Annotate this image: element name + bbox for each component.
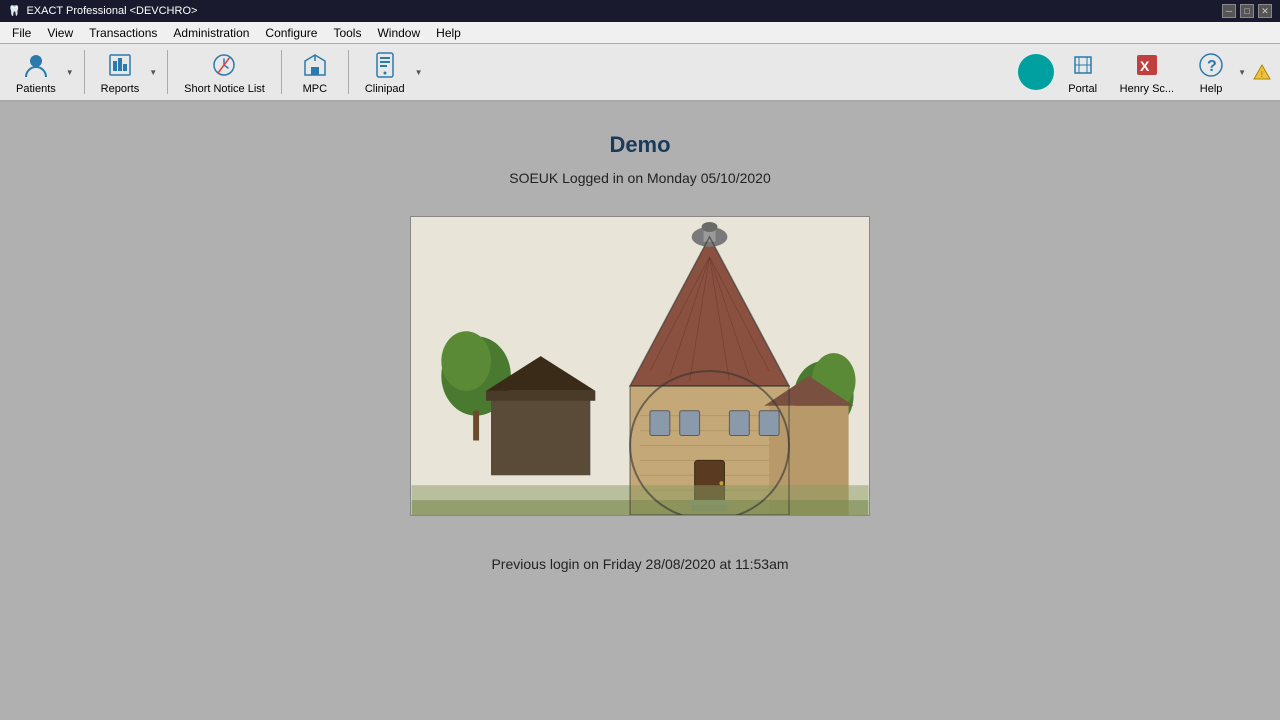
menu-bar: File View Transactions Administration Co… xyxy=(0,22,1280,44)
clinipad-icon xyxy=(369,49,401,81)
svg-text:X: X xyxy=(1140,58,1150,74)
portal-label-button[interactable]: Portal xyxy=(1058,45,1108,99)
mpc-button[interactable]: MPC xyxy=(290,45,340,99)
menu-window[interactable]: Window xyxy=(369,24,428,42)
patients-button[interactable]: Patients xyxy=(8,45,64,99)
admin-label: Henry Sc... xyxy=(1120,83,1174,95)
clinipad-group: Clinipad ▼ xyxy=(357,45,425,99)
main-content: Demo SOEUK Logged in on Monday 05/10/202… xyxy=(0,102,1280,720)
maximize-button[interactable]: □ xyxy=(1240,4,1254,18)
menu-file[interactable]: File xyxy=(4,24,39,42)
app-title: EXACT Professional <DEVCHRO> xyxy=(26,5,197,17)
portal-button[interactable] xyxy=(1018,54,1054,90)
toolbar-right: Portal X Henry Sc... ? Help xyxy=(1018,45,1272,99)
menu-transactions[interactable]: Transactions xyxy=(81,24,165,42)
login-info: SOEUK Logged in on Monday 05/10/2020 xyxy=(509,170,771,186)
separator-3 xyxy=(281,50,282,94)
mpc-icon xyxy=(299,49,331,81)
separator-4 xyxy=(348,50,349,94)
svg-text:!: ! xyxy=(1261,70,1264,79)
building-image xyxy=(410,216,870,516)
close-button[interactable]: ✕ xyxy=(1258,4,1272,18)
title-bar: 🦷 EXACT Professional <DEVCHRO> ─ □ ✕ xyxy=(0,0,1280,22)
patients-dropdown-arrow[interactable]: ▼ xyxy=(64,68,76,77)
portal-label: Portal xyxy=(1068,83,1097,95)
menu-help[interactable]: Help xyxy=(428,24,469,42)
admin-button[interactable]: X Henry Sc... xyxy=(1112,45,1182,99)
menu-configure[interactable]: Configure xyxy=(257,24,325,42)
demo-title: Demo xyxy=(609,132,670,158)
patients-icon xyxy=(20,49,52,81)
title-bar-left: 🦷 EXACT Professional <DEVCHRO> xyxy=(8,5,197,17)
patients-group: Patients ▼ xyxy=(8,45,76,99)
help-label: Help xyxy=(1200,83,1223,95)
clinipad-button[interactable]: Clinipad xyxy=(357,45,413,99)
help-group: ? Help ▼ xyxy=(1186,45,1248,99)
menu-view[interactable]: View xyxy=(39,24,81,42)
menu-tools[interactable]: Tools xyxy=(325,24,369,42)
help-icon: ? xyxy=(1195,49,1227,81)
svg-text:?: ? xyxy=(1207,58,1217,75)
minimize-button[interactable]: ─ xyxy=(1222,4,1236,18)
help-dropdown-arrow[interactable]: ▼ xyxy=(1236,68,1248,77)
toolbar: Patients ▼ Reports ▼ xyxy=(0,44,1280,102)
reports-group: Reports ▼ xyxy=(93,45,159,99)
reports-button[interactable]: Reports xyxy=(93,45,148,99)
prev-login: Previous login on Friday 28/08/2020 at 1… xyxy=(491,556,788,572)
menu-administration[interactable]: Administration xyxy=(165,24,257,42)
building-svg xyxy=(411,217,869,515)
reports-icon xyxy=(104,49,136,81)
short-notice-list-button[interactable]: Short Notice List xyxy=(176,45,273,99)
app-icon: 🦷 xyxy=(8,6,20,17)
separator-1 xyxy=(84,50,85,94)
separator-2 xyxy=(167,50,168,94)
admin-icon: X xyxy=(1131,49,1163,81)
help-button[interactable]: ? Help xyxy=(1186,45,1236,99)
clinipad-dropdown-arrow[interactable]: ▼ xyxy=(413,68,425,77)
title-bar-controls[interactable]: ─ □ ✕ xyxy=(1222,4,1272,18)
alert-icon[interactable]: ! xyxy=(1252,62,1272,82)
short-notice-list-icon xyxy=(208,49,240,81)
portal-icon xyxy=(1067,49,1099,81)
reports-dropdown-arrow[interactable]: ▼ xyxy=(147,68,159,77)
